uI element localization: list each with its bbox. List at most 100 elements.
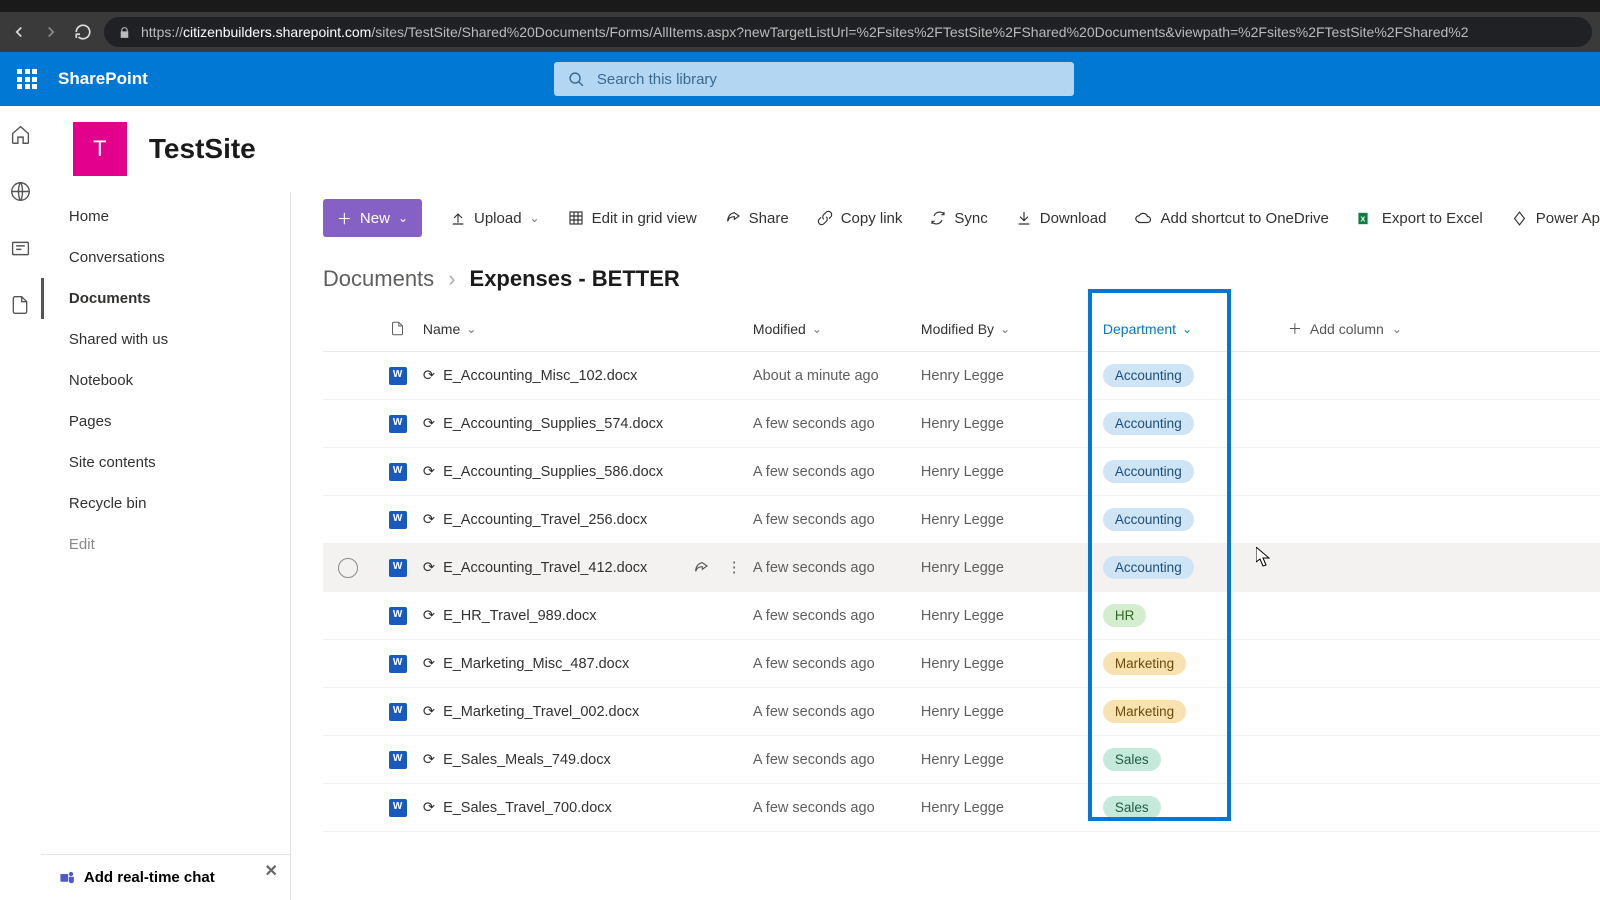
nav-pages[interactable]: Pages	[41, 401, 290, 442]
share-button[interactable]: Share	[725, 210, 789, 227]
modified-value: A few seconds ago	[753, 656, 921, 672]
name-column-header[interactable]: Name⌄	[423, 321, 753, 337]
department-value: Accounting	[1089, 460, 1244, 483]
department-value: Marketing	[1089, 700, 1244, 723]
select-circle[interactable]	[338, 558, 358, 578]
sync-label: Sync	[954, 210, 987, 227]
rail-news-icon[interactable]	[10, 238, 31, 259]
nav-edit[interactable]: Edit	[41, 524, 290, 565]
file-type-icon	[373, 655, 423, 673]
department-column-header[interactable]: Department⌄	[1089, 321, 1244, 337]
add-column-button[interactable]: ＋Add column⌄	[1244, 319, 1414, 339]
word-icon	[389, 415, 407, 433]
table-row[interactable]: ⟳E_Sales_Travel_700.docxA few seconds ag…	[323, 784, 1600, 832]
close-icon[interactable]: ✕	[265, 861, 278, 881]
add-shortcut-button[interactable]: Add shortcut to OneDrive	[1134, 209, 1328, 227]
file-name-link[interactable]: ⟳E_Marketing_Travel_002.docx	[423, 704, 753, 720]
modified-by-column-header[interactable]: Modified By⌄	[921, 321, 1089, 337]
nav-home[interactable]: Home	[41, 196, 290, 237]
department-value: Accounting	[1089, 508, 1244, 531]
table-row[interactable]: ⟳E_Accounting_Misc_102.docxAbout a minut…	[323, 352, 1600, 400]
chevron-down-icon: ⌄	[398, 211, 408, 225]
back-button[interactable]	[8, 21, 30, 43]
file-name-link[interactable]: ⟳E_Accounting_Travel_412.docx	[423, 560, 693, 576]
plus-icon: ＋	[1288, 319, 1302, 339]
more-actions-icon[interactable]: ⋮	[727, 560, 742, 576]
site-logo[interactable]: T	[73, 122, 127, 176]
department-value: Marketing	[1089, 652, 1244, 675]
chevron-down-icon: ⌄	[466, 322, 476, 336]
power-apps-button[interactable]: Power Ap	[1511, 210, 1600, 227]
powerapps-label: Power Ap	[1536, 210, 1600, 227]
modified-by-value[interactable]: Henry Legge	[921, 464, 1089, 480]
file-type-icon	[373, 703, 423, 721]
forward-button[interactable]	[40, 21, 62, 43]
nav-site-contents[interactable]: Site contents	[41, 442, 290, 483]
nav-documents[interactable]: Documents	[41, 278, 290, 319]
modified-by-value[interactable]: Henry Legge	[921, 656, 1089, 672]
file-name-link[interactable]: ⟳E_HR_Travel_989.docx	[423, 608, 753, 624]
modified-value: A few seconds ago	[753, 512, 921, 528]
app-launcher-button[interactable]	[0, 69, 54, 89]
department-pill: Accounting	[1103, 508, 1194, 531]
share-row-icon[interactable]	[693, 560, 709, 576]
table-row[interactable]: ⟳E_Marketing_Travel_002.docxA few second…	[323, 688, 1600, 736]
file-type-icon	[373, 607, 423, 625]
reload-button[interactable]	[72, 21, 94, 43]
file-name-label: E_Accounting_Supplies_586.docx	[443, 464, 663, 480]
nav-shared[interactable]: Shared with us	[41, 319, 290, 360]
file-name-link[interactable]: ⟳E_Accounting_Supplies_574.docx	[423, 416, 753, 432]
address-bar[interactable]: https://citizenbuilders.sharepoint.com/s…	[104, 17, 1592, 47]
department-pill: Sales	[1103, 796, 1161, 819]
sync-pending-icon: ⟳	[423, 512, 435, 528]
upload-button[interactable]: Upload⌄	[450, 210, 540, 227]
file-name-link[interactable]: ⟳E_Accounting_Travel_256.docx	[423, 512, 753, 528]
sync-button[interactable]: Sync	[930, 210, 987, 227]
site-title[interactable]: TestSite	[149, 133, 256, 165]
nav-recycle-bin[interactable]: Recycle bin	[41, 483, 290, 524]
search-input[interactable]: Search this library	[554, 62, 1074, 96]
word-icon	[389, 607, 407, 625]
breadcrumb-root[interactable]: Documents	[323, 266, 434, 292]
modified-by-value[interactable]: Henry Legge	[921, 704, 1089, 720]
suite-brand[interactable]: SharePoint	[58, 69, 148, 89]
file-name-link[interactable]: ⟳E_Accounting_Misc_102.docx	[423, 368, 753, 384]
file-name-link[interactable]: ⟳E_Sales_Meals_749.docx	[423, 752, 753, 768]
modified-by-value[interactable]: Henry Legge	[921, 560, 1089, 576]
export-excel-button[interactable]: XExport to Excel	[1357, 210, 1483, 227]
chat-promo-label: Add real-time chat	[84, 869, 215, 886]
nav-notebook[interactable]: Notebook	[41, 360, 290, 401]
chevron-right-icon: ›	[448, 266, 455, 292]
url-path: /sites/TestSite/Shared%20Documents/Forms…	[371, 24, 1468, 40]
table-row[interactable]: ⟳E_Marketing_Misc_487.docxA few seconds …	[323, 640, 1600, 688]
file-name-link[interactable]: ⟳E_Marketing_Misc_487.docx	[423, 656, 753, 672]
table-row[interactable]: ⟳E_Accounting_Travel_256.docxA few secon…	[323, 496, 1600, 544]
table-row[interactable]: ⟳E_Accounting_Supplies_574.docxA few sec…	[323, 400, 1600, 448]
table-row[interactable]: ⟳E_Sales_Meals_749.docxA few seconds ago…	[323, 736, 1600, 784]
modified-by-value[interactable]: Henry Legge	[921, 512, 1089, 528]
copy-link-button[interactable]: Copy link	[817, 210, 903, 227]
table-row[interactable]: ⟳E_HR_Travel_989.docxA few seconds agoHe…	[323, 592, 1600, 640]
file-name-link[interactable]: ⟳E_Accounting_Supplies_586.docx	[423, 464, 753, 480]
rail-globe-icon[interactable]	[10, 181, 31, 202]
modified-column-header[interactable]: Modified⌄	[753, 321, 921, 337]
file-type-column[interactable]	[373, 320, 423, 337]
table-row[interactable]: ⟳E_Accounting_Supplies_586.docxA few sec…	[323, 448, 1600, 496]
modified-by-value[interactable]: Henry Legge	[921, 800, 1089, 816]
edit-grid-button[interactable]: Edit in grid view	[568, 210, 697, 227]
modified-by-value[interactable]: Henry Legge	[921, 416, 1089, 432]
breadcrumb: Documents › Expenses - BETTER	[291, 244, 1600, 306]
new-button[interactable]: ＋ New ⌄	[323, 199, 422, 237]
nav-conversations[interactable]: Conversations	[41, 237, 290, 278]
file-name-link[interactable]: ⟳E_Sales_Travel_700.docx	[423, 800, 753, 816]
modified-by-value[interactable]: Henry Legge	[921, 608, 1089, 624]
download-button[interactable]: Download	[1016, 210, 1107, 227]
chevron-down-icon: ⌄	[812, 322, 822, 336]
chat-promo[interactable]: Add real-time chat ✕	[41, 854, 290, 900]
table-row[interactable]: ⟳E_Accounting_Travel_412.docx⋮A few seco…	[323, 544, 1600, 592]
modified-by-value[interactable]: Henry Legge	[921, 368, 1089, 384]
rail-files-icon[interactable]	[10, 295, 30, 315]
link-icon	[817, 210, 833, 226]
rail-home-icon[interactable]	[10, 124, 31, 145]
modified-by-value[interactable]: Henry Legge	[921, 752, 1089, 768]
